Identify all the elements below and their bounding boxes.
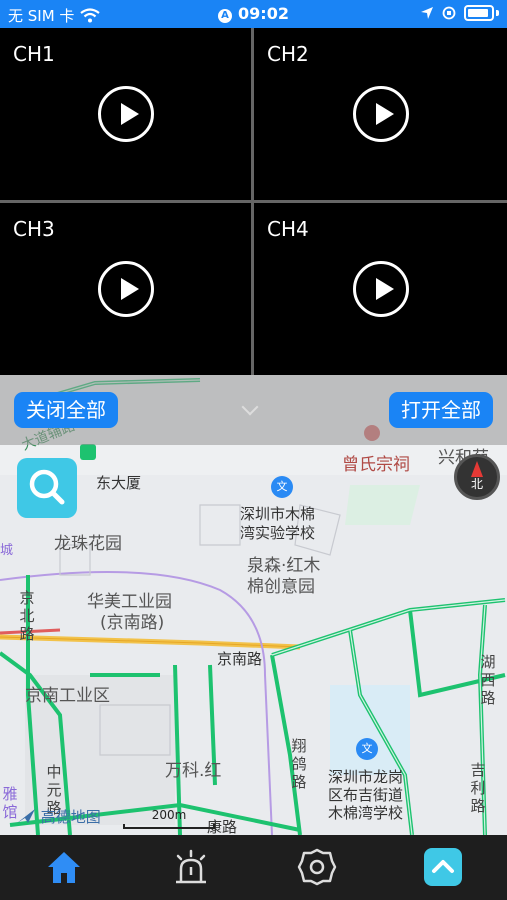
close-all-button[interactable]: 关闭全部 xyxy=(14,392,118,428)
map-label: 深圳市木棉 xyxy=(240,505,316,523)
map-label: 湾实验学校 xyxy=(240,524,316,542)
tab-alarm[interactable] xyxy=(171,847,211,887)
compass-needle-icon xyxy=(471,461,483,477)
location-service-icon: A xyxy=(218,9,233,23)
orientation-lock-icon xyxy=(442,6,456,20)
scale-bar xyxy=(123,824,215,829)
map-label: 京北路 xyxy=(19,589,35,643)
map-brand: 高德地图 xyxy=(16,806,101,827)
home-icon xyxy=(48,852,80,883)
video-tile-ch1[interactable]: CH1 xyxy=(0,28,251,200)
map-label: 京南工业区 xyxy=(25,686,110,706)
channel-label: CH2 xyxy=(267,42,309,66)
play-icon[interactable] xyxy=(97,261,154,317)
play-icon[interactable] xyxy=(352,86,409,142)
map-label: 棉创意园 xyxy=(247,577,315,597)
play-icon[interactable] xyxy=(352,261,409,317)
time-text: 09:02 xyxy=(238,4,289,23)
map-label: 万科.红 xyxy=(165,761,222,781)
channel-label: CH4 xyxy=(267,217,309,241)
gear-icon xyxy=(297,848,337,886)
compass-button[interactable]: 北 xyxy=(454,454,500,500)
map-label: 湖西路 xyxy=(480,653,496,707)
map-search-button[interactable] xyxy=(17,458,77,518)
scale-label: 200m xyxy=(151,808,187,822)
compass-label: 北 xyxy=(470,477,483,491)
map-label: 吉利路 xyxy=(470,761,486,815)
map-label: 东大厦 xyxy=(96,474,142,492)
video-grid: CH1 CH2 CH3 CH4 xyxy=(0,28,507,386)
open-all-button[interactable]: 打开全部 xyxy=(389,392,493,428)
battery-icon xyxy=(464,5,494,21)
map-label: 龙珠花园 xyxy=(54,534,122,554)
map-label: 曾氏宗祠 xyxy=(342,455,410,475)
map-label: (京南路) xyxy=(100,613,165,633)
status-bar: 无 SIM 卡 A 09:02 xyxy=(0,0,507,28)
channel-control-bar: 关闭全部 打开全部 xyxy=(0,375,507,445)
map-label: 翔鸽路 xyxy=(291,737,307,791)
location-arrow-icon xyxy=(421,7,433,19)
play-icon[interactable] xyxy=(97,86,154,142)
video-tile-ch4[interactable]: CH4 xyxy=(254,203,507,375)
tab-settings[interactable] xyxy=(297,847,337,887)
search-icon xyxy=(29,469,65,505)
brand-text: 高德地图 xyxy=(40,808,101,826)
tab-bar xyxy=(0,835,507,900)
channel-label: CH1 xyxy=(13,42,55,66)
alarm-icon xyxy=(176,849,206,884)
video-tile-ch3[interactable]: CH3 xyxy=(0,203,251,375)
map-label: 木棉湾学校 xyxy=(328,804,404,822)
channel-label: CH3 xyxy=(13,217,55,241)
map-label: 京南路 xyxy=(217,650,263,668)
chevron-up-icon xyxy=(424,848,462,886)
amap-logo-icon xyxy=(17,809,35,823)
school-pin-icon[interactable]: 文 xyxy=(356,738,378,760)
status-bar-right xyxy=(420,5,499,21)
collapse-button[interactable] xyxy=(423,847,463,887)
chevron-down-icon[interactable] xyxy=(241,398,259,416)
tab-home[interactable] xyxy=(44,847,84,887)
map-label: 城 xyxy=(0,543,14,558)
battery-nub xyxy=(496,10,499,16)
school-pin-icon[interactable]: 文 xyxy=(271,476,293,498)
video-tile-ch2[interactable]: CH2 xyxy=(254,28,507,200)
